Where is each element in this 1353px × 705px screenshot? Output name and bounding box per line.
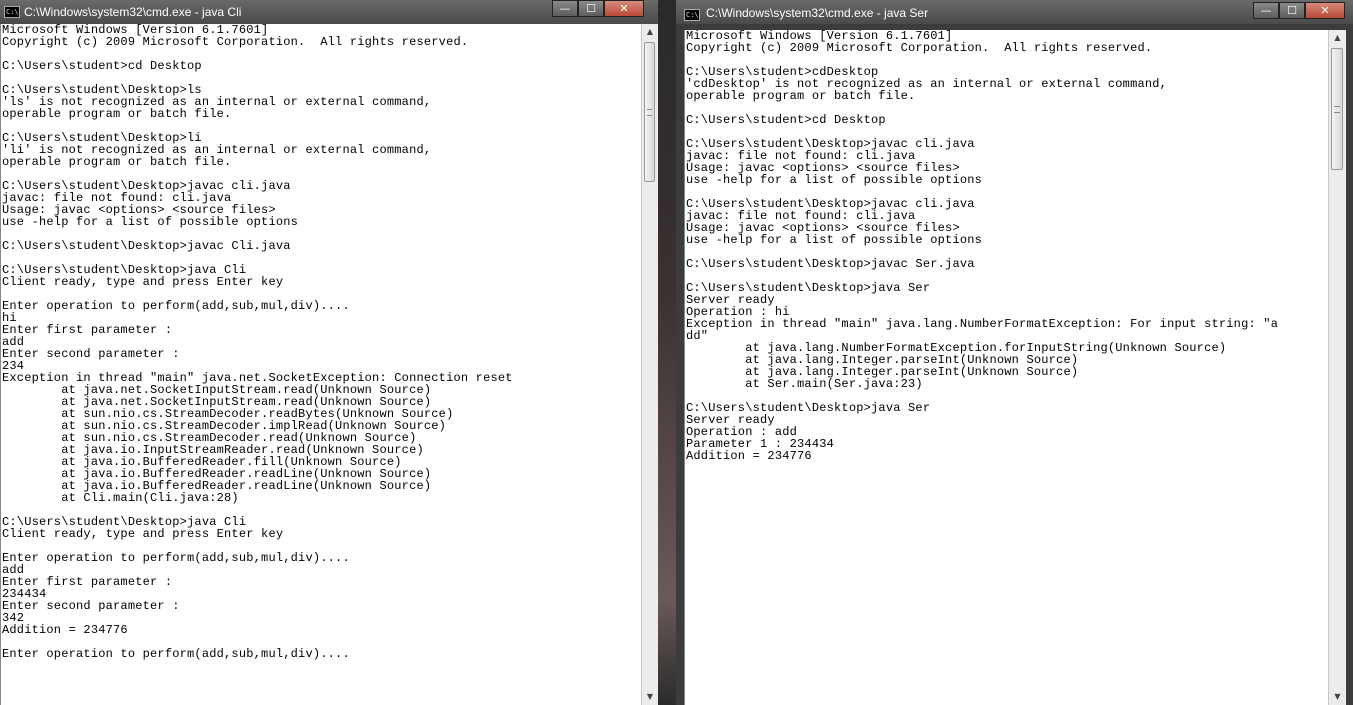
console-line: Copyright (c) 2009 Microsoft Corporation…	[686, 41, 1153, 55]
close-button[interactable]: ✕	[604, 0, 644, 17]
console-line: Enter operation to perform(add,sub,mul,d…	[2, 647, 350, 661]
console-line: Client ready, type and press Enter key	[2, 527, 284, 541]
console-line: C:\Users\student>cd Desktop	[686, 113, 886, 127]
console-line: operable program or batch file.	[2, 107, 232, 121]
server-console-output[interactable]: Microsoft Windows [Version 6.1.7601] Cop…	[684, 30, 1329, 705]
desktop-background	[658, 0, 676, 705]
console-line: Addition = 234776	[2, 623, 128, 637]
console-line: at Ser.main(Ser.java:23)	[686, 377, 923, 391]
console-line: Enter second parameter :	[2, 347, 180, 361]
client-vertical-scrollbar[interactable]: ▲ ▼	[641, 24, 658, 705]
server-vertical-scrollbar[interactable]: ▲ ▼	[1328, 30, 1346, 705]
console-line: Enter operation to perform(add,sub,mul,d…	[2, 551, 350, 565]
server-window-controls: — ☐ ✕	[1253, 2, 1345, 20]
scroll-down-arrow-icon[interactable]: ▼	[1329, 689, 1346, 705]
console-line: use -help for a list of possible options	[686, 173, 983, 187]
scroll-thumb[interactable]	[644, 42, 655, 182]
server-console-window[interactable]: C:\Windows\system32\cmd.exe - java Ser —…	[676, 0, 1353, 705]
console-line: Exception in thread "main" java.lang.Num…	[686, 317, 1279, 331]
console-line: Copyright (c) 2009 Microsoft Corporation…	[2, 35, 469, 49]
console-line: operable program or batch file.	[686, 89, 916, 103]
scroll-up-arrow-icon[interactable]: ▲	[642, 24, 658, 40]
grip-icon	[1334, 106, 1340, 113]
close-button[interactable]: ✕	[1305, 2, 1345, 19]
scroll-thumb[interactable]	[1331, 48, 1343, 170]
cmd-icon	[4, 0, 20, 24]
console-line: use -help for a list of possible options	[686, 233, 983, 247]
client-window-controls: — ☐ ✕	[552, 0, 644, 18]
console-line: Enter first parameter :	[2, 323, 173, 337]
console-line: Enter second parameter :	[2, 599, 180, 613]
console-line: Enter operation to perform(add,sub,mul,d…	[2, 299, 350, 313]
client-console-text: Microsoft Windows [Version 6.1.7601] Cop…	[1, 24, 642, 660]
console-line: C:\Users\student\Desktop>javac Ser.java	[686, 257, 975, 271]
maximize-button[interactable]: ☐	[578, 0, 604, 17]
console-line: C:\Users\student\Desktop>javac Cli.java	[2, 239, 291, 253]
cmd-icon	[684, 3, 700, 27]
minimize-button[interactable]: —	[1253, 2, 1279, 19]
client-window-titlebar[interactable]: C:\Windows\system32\cmd.exe - java Cli —…	[0, 0, 658, 24]
scroll-up-arrow-icon[interactable]: ▲	[1329, 30, 1346, 46]
server-window-titlebar[interactable]: C:\Windows\system32\cmd.exe - java Ser —…	[676, 0, 1353, 27]
console-line: at Cli.main(Cli.java:28)	[2, 491, 239, 505]
maximize-button[interactable]: ☐	[1279, 2, 1305, 19]
console-line: C:\Users\student>cd Desktop	[2, 59, 202, 73]
grip-icon	[647, 109, 652, 116]
console-line: operable program or batch file.	[2, 155, 232, 169]
minimize-button[interactable]: —	[552, 0, 578, 17]
console-line: use -help for a list of possible options	[2, 215, 299, 229]
server-console-text: Microsoft Windows [Version 6.1.7601] Cop…	[685, 30, 1329, 462]
console-line: Addition = 234776	[686, 449, 812, 463]
client-window-title: C:\Windows\system32\cmd.exe - java Cli	[24, 5, 242, 19]
scroll-down-arrow-icon[interactable]: ▼	[642, 689, 658, 705]
client-console-output[interactable]: Microsoft Windows [Version 6.1.7601] Cop…	[0, 24, 642, 705]
console-line: Client ready, type and press Enter key	[2, 275, 284, 289]
client-console-window[interactable]: C:\Windows\system32\cmd.exe - java Cli —…	[0, 0, 658, 705]
server-window-title: C:\Windows\system32\cmd.exe - java Ser	[706, 6, 929, 20]
